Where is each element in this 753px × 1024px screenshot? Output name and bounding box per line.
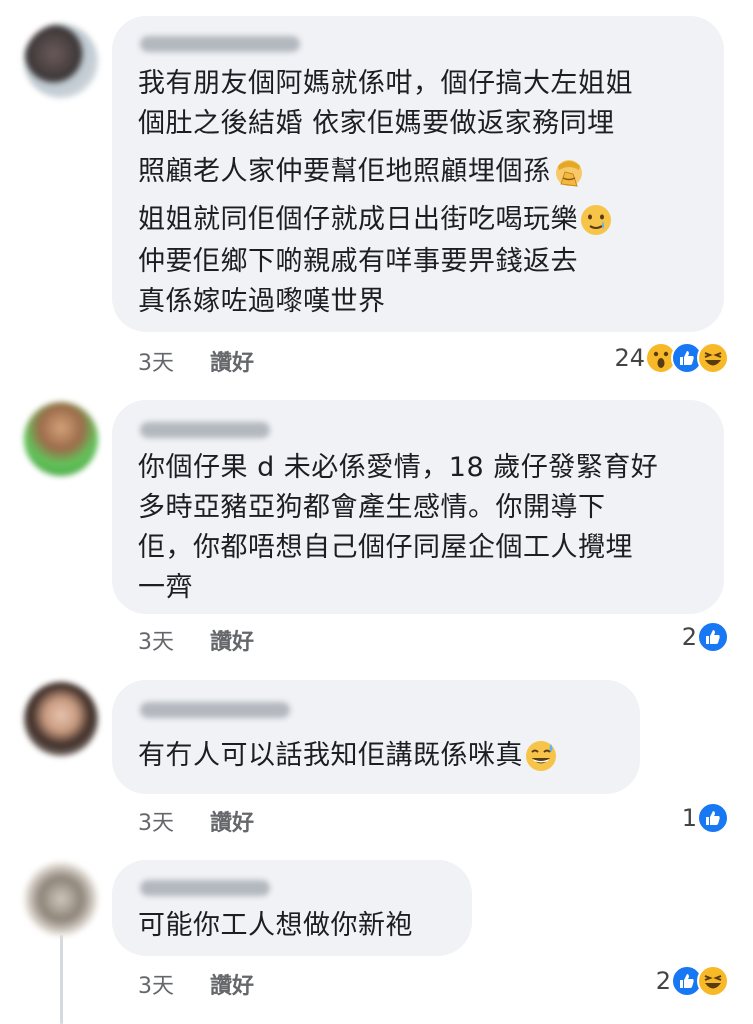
comment-line: 有冇人可以話我知佢講既係咪真 <box>138 740 523 771</box>
reaction-count: 24 <box>614 344 645 372</box>
avatar[interactable] <box>24 24 98 98</box>
reaction-summary[interactable]: 2 <box>656 963 729 999</box>
reaction-count: 2 <box>681 623 697 651</box>
commenter-name-blurred[interactable] <box>140 880 270 896</box>
like-button[interactable]: 讚好 <box>210 345 254 377</box>
comment-line-row: 姐姐就同佢個仔就成日出街吃喝玩樂 <box>138 200 614 240</box>
like-icon <box>697 621 729 653</box>
reaction-summary[interactable]: 2 <box>682 619 729 655</box>
avatar[interactable] <box>24 862 98 936</box>
comment-line: 個肚之後結婚 依家佢媽要做返家務同埋 <box>138 108 615 139</box>
comment-line: 姐姐就同佢個仔就成日出街吃喝玩樂 <box>138 204 578 235</box>
comment-line: 仲要佢鄉下啲親戚有咩事要畀錢返去 <box>138 246 578 277</box>
commenter-name-blurred[interactable] <box>140 702 290 718</box>
comment-line: 可能你工人想做你新袍 <box>138 910 413 941</box>
comment-time[interactable]: 3天 <box>138 624 174 656</box>
like-button[interactable]: 讚好 <box>210 968 254 1000</box>
comment-line-row: 有冇人可以話我知佢講既係咪真 <box>138 736 559 776</box>
comment-line-row: 照顧老人家仲要幫佢地照顧埋個孫 <box>138 152 587 192</box>
commenter-name-blurred[interactable] <box>140 36 300 52</box>
comment-line: 我有朋友個阿媽就係咁，個仔搞大左姐姐 <box>138 68 633 99</box>
reaction-summary[interactable]: 1 <box>682 800 729 836</box>
comment-line: 佢，你都唔想自己個仔同屋企個工人攪埋 <box>138 532 633 563</box>
comment-line: 一齊 <box>138 572 193 603</box>
comment-line: 你個仔果 d 未必係愛情，18 歲仔發緊育好 <box>138 452 659 483</box>
haha-icon <box>697 965 729 997</box>
avatar[interactable] <box>24 402 98 476</box>
comment-time[interactable]: 3天 <box>138 345 174 377</box>
comment-line: 多時亞豬亞狗都會產生感情。你開導下 <box>138 492 606 523</box>
commenter-name-blurred[interactable] <box>140 422 270 438</box>
haha-icon <box>697 342 729 374</box>
comment-line: 照顧老人家仲要幫佢地照顧埋個孫 <box>138 156 551 187</box>
avatar[interactable] <box>24 682 98 756</box>
reply-thread-line <box>60 935 63 1024</box>
comment-time[interactable]: 3天 <box>138 805 174 837</box>
reaction-summary[interactable]: 24 <box>614 340 729 376</box>
sweat-smile-emoji <box>526 741 556 771</box>
comment-time[interactable]: 3天 <box>138 968 174 1000</box>
like-icon <box>697 802 729 834</box>
like-button[interactable]: 讚好 <box>210 805 254 837</box>
reaction-count: 1 <box>681 804 697 832</box>
like-button[interactable]: 讚好 <box>210 624 254 656</box>
tearful-smile-emoji <box>581 205 611 235</box>
comment-line: 真係嫁咗過嚟嘆世界 <box>138 286 386 317</box>
facepalm-emoji <box>555 160 582 187</box>
reaction-count: 2 <box>655 967 671 995</box>
